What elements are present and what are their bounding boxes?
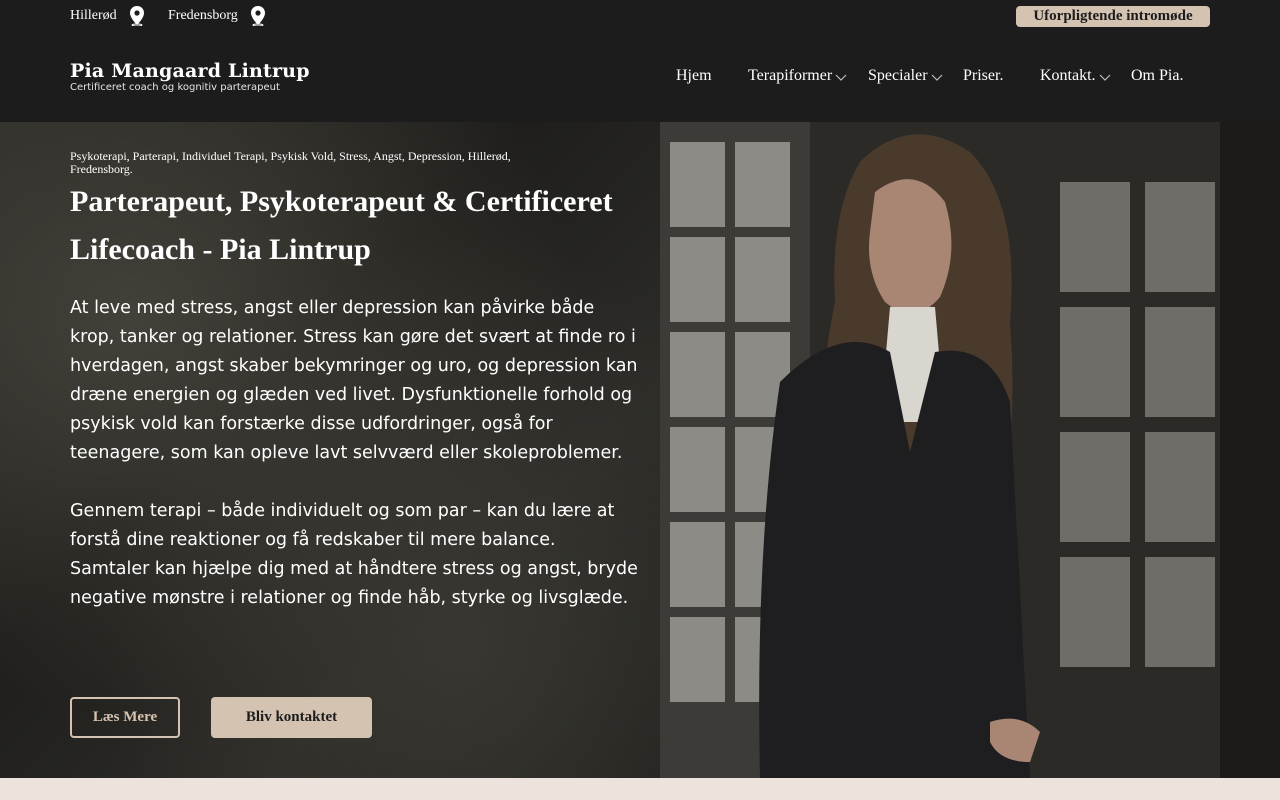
hero-tags: Psykoterapi, Parterapi, Individuel Terap… [70,149,511,176]
get-contacted-button[interactable]: Bliv kontaktet [211,697,372,738]
intro-meeting-button[interactable]: Uforpligtende intromøde [1016,6,1210,27]
next-section-strip [0,778,1280,800]
nav-item-specialties[interactable]: Specialer [868,67,943,85]
map-pin-icon [250,6,266,27]
hero-paragraph: At leve med stress, angst eller depressi… [70,298,638,463]
nav-label: Priser. [963,67,1004,84]
hero-section: Psykoterapi, Parterapi, Individuel Terap… [0,122,1280,778]
chevron-down-icon [1099,70,1111,82]
hero-title: Parterapeut, Psykoterapeut & Certificere… [70,185,613,266]
logo-subtitle: Certificeret coach og kognitiv parterape… [70,82,280,93]
chevron-down-icon [931,70,943,82]
location-label: Hillerød [70,8,117,23]
nav-label: Om Pia. [1131,67,1184,84]
nav-item-home[interactable]: Hjem [676,67,712,85]
nav-label: Terapiformer [748,67,833,84]
location-fredensborg[interactable]: Fredensborg [168,6,266,27]
read-more-button[interactable]: Læs Mere [70,697,180,738]
nav-label: Hjem [676,67,712,84]
nav-label: Specialer [868,67,928,84]
location-label: Fredensborg [168,8,238,23]
logo[interactable]: Pia Mangaard Lintrup Certificeret coach … [70,59,310,94]
nav-item-about[interactable]: Om Pia. [1131,67,1183,85]
portrait-photo [660,122,1280,778]
chevron-down-icon [835,70,847,82]
hero-text: At leve med stress, angst eller depressi… [70,294,640,613]
site-header: Pia Mangaard Lintrup Certificeret coach … [0,33,1280,122]
hero-paragraph: Gennem terapi – både individuelt og som … [70,501,638,608]
top-bar: Hillerød Fredensborg Uforpligtende intro… [0,0,1280,33]
nav-item-prices[interactable]: Priser. [963,67,1003,85]
map-pin-icon [129,6,145,27]
nav-item-therapies[interactable]: Terapiformer [748,67,847,85]
logo-name: Pia Mangaard Lintrup [70,60,310,82]
nav-label: Kontakt. [1040,67,1096,84]
location-hillerod[interactable]: Hillerød [70,6,145,27]
nav-item-contact[interactable]: Kontakt. [1040,67,1111,85]
